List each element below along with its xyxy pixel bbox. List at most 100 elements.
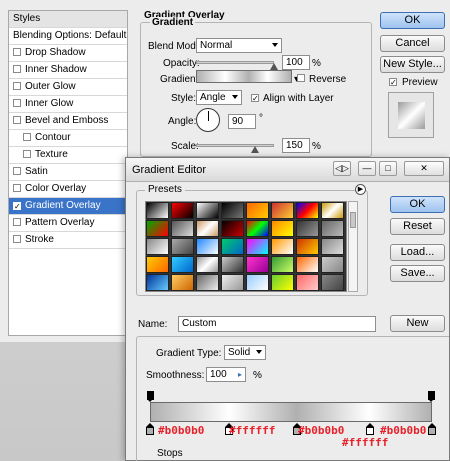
chevron-right-icon[interactable]: ▸ — [238, 368, 242, 381]
style-item[interactable]: Stroke — [9, 232, 127, 249]
color-stop[interactable] — [365, 423, 374, 435]
checkbox-icon[interactable] — [23, 150, 31, 158]
color-stop[interactable] — [428, 423, 436, 435]
minimize-button[interactable]: — — [358, 161, 376, 176]
style-item[interactable]: Pattern Overlay — [9, 215, 127, 232]
gradient-preset-swatch[interactable] — [196, 256, 219, 273]
gradient-preset-swatch[interactable] — [146, 202, 169, 219]
gradient-preset-swatch[interactable] — [146, 256, 169, 273]
gradient-preset-swatch[interactable] — [296, 274, 319, 291]
gradient-preset-swatch[interactable] — [171, 220, 194, 237]
opacity-input[interactable]: 100 — [282, 55, 310, 70]
new-style-button[interactable]: New Style... — [380, 56, 445, 73]
style-item[interactable]: Inner Shadow — [9, 62, 127, 79]
gradient-preset-swatch[interactable] — [196, 238, 219, 255]
gradient-preset-swatch[interactable] — [221, 220, 244, 237]
gradient-preset-swatch[interactable] — [246, 274, 269, 291]
style-item[interactable]: Color Overlay — [9, 181, 127, 198]
new-button[interactable]: New — [390, 315, 445, 332]
blending-options-item[interactable]: Blending Options: Default — [9, 28, 127, 45]
presets-scrollbar[interactable] — [348, 201, 358, 292]
gradient-preset-swatch[interactable] — [296, 220, 319, 237]
style-item[interactable]: Satin — [9, 164, 127, 181]
name-input[interactable]: Custom — [178, 316, 376, 332]
gradient-preset-swatch[interactable] — [171, 238, 194, 255]
maximize-button[interactable]: □ — [379, 161, 397, 176]
gradient-preset-swatch[interactable] — [321, 220, 344, 237]
style-item[interactable]: Contour — [9, 130, 127, 147]
checkbox-icon[interactable] — [13, 235, 21, 243]
gradient-preset-swatch[interactable] — [296, 256, 319, 273]
cancel-button[interactable]: Cancel — [380, 35, 445, 52]
checkbox-icon[interactable] — [13, 202, 21, 210]
style-item[interactable]: Drop Shadow — [9, 45, 127, 62]
checkbox-icon[interactable] — [13, 65, 21, 73]
gradient-preset-swatch[interactable] — [196, 202, 219, 219]
gradient-preset-swatch[interactable] — [171, 256, 194, 273]
style-item[interactable]: Outer Glow — [9, 79, 127, 96]
style-item[interactable]: Gradient Overlay — [9, 198, 127, 215]
gradient-preset-swatch[interactable] — [171, 202, 194, 219]
gradient-preset-swatch[interactable] — [246, 238, 269, 255]
reverse-checkbox[interactable] — [297, 73, 309, 84]
opacity-stop-right[interactable] — [428, 391, 435, 402]
load-button[interactable]: Load... — [390, 244, 445, 261]
checkbox-icon[interactable] — [13, 184, 21, 192]
checkbox-icon[interactable] — [23, 133, 31, 141]
gradient-preset-swatch[interactable] — [146, 274, 169, 291]
gradient-preset-swatch[interactable] — [221, 274, 244, 291]
color-stop[interactable] — [146, 423, 154, 435]
flyout-menu-icon[interactable]: ▶ — [355, 184, 366, 195]
gradient-preset-swatch[interactable] — [271, 274, 294, 291]
style-select[interactable]: Angle — [196, 90, 242, 105]
align-checkbox[interactable] — [251, 92, 263, 103]
swap-icon[interactable]: ◁▷ — [333, 161, 351, 176]
gradient-preset-swatch[interactable] — [246, 256, 269, 273]
scrollbar-thumb[interactable] — [350, 212, 356, 228]
gradient-preset-swatch[interactable] — [196, 220, 219, 237]
preview-checkbox[interactable] — [389, 76, 401, 87]
checkbox-icon[interactable] — [13, 48, 21, 56]
scale-input[interactable]: 150 — [282, 138, 310, 153]
gradient-preset-swatch[interactable] — [271, 256, 294, 273]
gradient-preset-swatch[interactable] — [271, 220, 294, 237]
styles-header[interactable]: Styles — [9, 11, 127, 28]
gradient-preset-swatch[interactable] — [246, 220, 269, 237]
gradient-preset-swatch[interactable] — [271, 238, 294, 255]
ok-button[interactable]: OK — [380, 12, 445, 29]
gradient-preset-swatch[interactable] — [221, 256, 244, 273]
angle-input[interactable]: 90 — [228, 114, 256, 129]
style-item[interactable]: Texture — [9, 147, 127, 164]
gradient-preset-swatch[interactable] — [271, 202, 294, 219]
close-button[interactable]: ✕ — [404, 161, 444, 176]
ok-button[interactable]: OK — [390, 196, 445, 213]
gradient-preset-swatch[interactable] — [146, 238, 169, 255]
checkbox-icon[interactable] — [13, 167, 21, 175]
checkbox-icon[interactable] — [13, 116, 21, 124]
gradient-picker[interactable] — [196, 70, 292, 83]
style-item[interactable]: Inner Glow — [9, 96, 127, 113]
gradient-preset-swatch[interactable] — [296, 238, 319, 255]
smoothness-input[interactable]: 100 ▸ — [206, 367, 246, 382]
gradient-preset-swatch[interactable] — [221, 202, 244, 219]
save-button[interactable]: Save... — [390, 265, 445, 282]
gradient-preset-swatch[interactable] — [321, 274, 344, 291]
checkbox-icon[interactable] — [13, 82, 21, 90]
scale-slider[interactable] — [196, 144, 274, 147]
opacity-slider-thumb[interactable] — [270, 63, 278, 70]
scale-slider-thumb[interactable] — [250, 146, 259, 153]
reset-button[interactable]: Reset — [390, 218, 445, 235]
gradient-preset-swatch[interactable] — [296, 202, 319, 219]
gradient-preset-swatch[interactable] — [146, 220, 169, 237]
gradient-type-select[interactable]: Solid — [224, 345, 266, 360]
checkbox-icon[interactable] — [13, 218, 21, 226]
blend-mode-select[interactable]: Normal — [196, 38, 282, 53]
gradient-preset-swatch[interactable] — [196, 274, 219, 291]
style-item[interactable]: Bevel and Emboss — [9, 113, 127, 130]
gradient-preview-bar[interactable] — [150, 402, 432, 422]
checkbox-icon[interactable] — [13, 99, 21, 107]
gradient-preset-swatch[interactable] — [221, 238, 244, 255]
opacity-slider[interactable] — [196, 61, 274, 64]
gradient-preset-swatch[interactable] — [171, 274, 194, 291]
gradient-preset-swatch[interactable] — [321, 256, 344, 273]
